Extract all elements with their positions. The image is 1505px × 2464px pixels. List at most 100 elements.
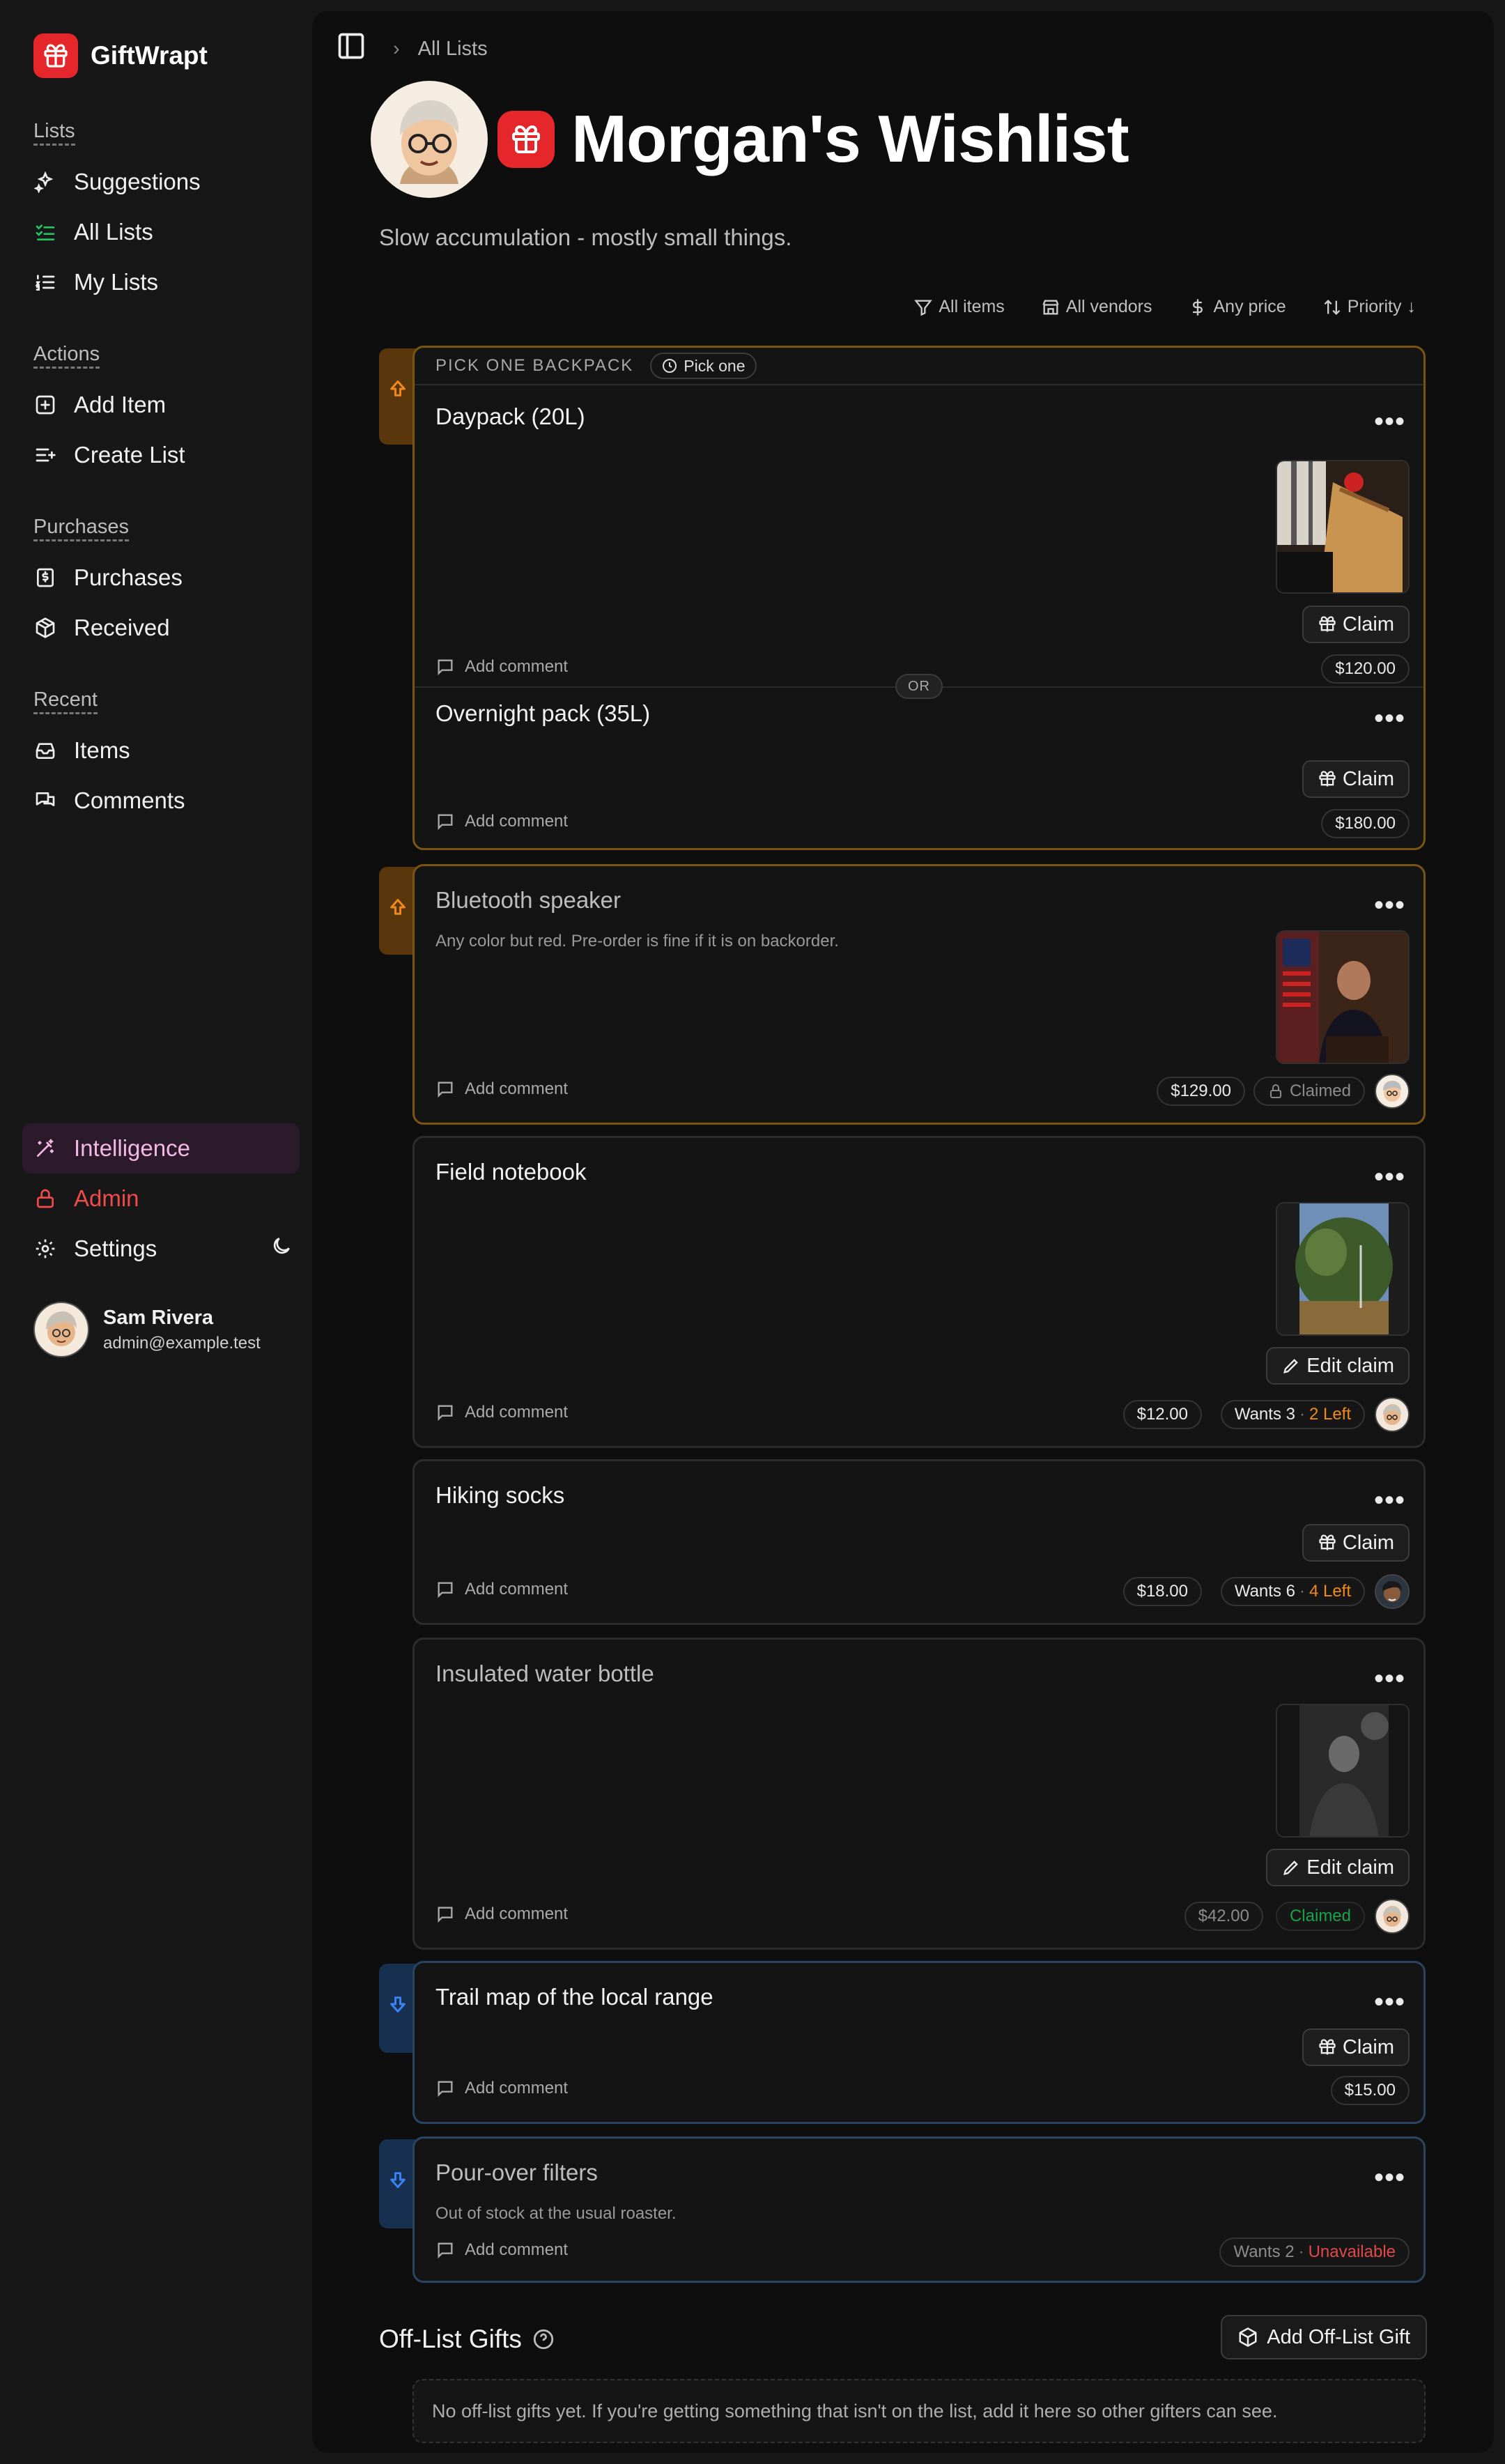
price-badge: $12.00	[1122, 1400, 1202, 1429]
claim-button[interactable]: Claim	[1302, 760, 1410, 798]
sidebar-item-add-item[interactable]: Add Item	[33, 380, 298, 430]
help-icon[interactable]	[532, 2327, 555, 2351]
claim-button[interactable]: Claim	[1302, 2028, 1410, 2066]
sidebar-item-create-list[interactable]: Create List	[33, 430, 298, 480]
sidebar-item-label: All Lists	[74, 219, 153, 245]
sidebar-item-all-lists[interactable]: All Lists	[33, 207, 298, 257]
comment-icon	[438, 1907, 453, 1923]
sidebar: GiftWrapt Lists Suggestions All Lists My…	[0, 0, 307, 2464]
priority-high-marker	[379, 348, 417, 445]
sidebar-item-label: Settings	[74, 1235, 157, 1261]
sidebar-item-items[interactable]: Items	[33, 725, 298, 776]
item-image[interactable]	[1276, 1202, 1410, 1336]
claim-button[interactable]: Claim	[1302, 606, 1410, 643]
claimer-avatar	[1375, 1397, 1410, 1432]
filter-price[interactable]: Any price	[1188, 297, 1286, 317]
gift-icon	[497, 111, 555, 168]
edit-claim-button[interactable]: Edit claim	[1266, 1849, 1410, 1886]
filter-vendors[interactable]: All vendors	[1041, 297, 1152, 317]
pencil-icon	[1283, 1861, 1299, 1875]
sidebar-item-label: Comments	[74, 787, 185, 813]
item-title[interactable]: Daypack (20L)	[435, 403, 585, 430]
nav-heading-purchases: Purchases	[33, 516, 130, 541]
add-comment-link[interactable]: Add comment	[435, 1580, 568, 1599]
item-title[interactable]: Hiking socks	[435, 1482, 564, 1509]
breadcrumb-current[interactable]: All Lists	[418, 38, 488, 61]
user-profile[interactable]: Sam Rivera admin@example.test	[33, 1302, 261, 1357]
sidebar-item-admin[interactable]: Admin	[33, 1173, 298, 1224]
add-comment-link[interactable]: Add comment	[435, 812, 568, 831]
nav-heading-lists: Lists	[33, 120, 75, 146]
item-image[interactable]	[1276, 930, 1410, 1064]
add-comment-link[interactable]: Add comment	[435, 2240, 568, 2260]
item-title[interactable]: Field notebook	[435, 1159, 586, 1185]
more-options-icon[interactable]: •••	[1374, 2164, 1405, 2192]
item-title[interactable]: Insulated water bottle	[435, 1661, 654, 1687]
more-options-icon[interactable]: •••	[1374, 891, 1405, 919]
add-offlist-gift-button[interactable]: Add Off-List Gift	[1221, 2315, 1427, 2359]
add-comment-link[interactable]: Add comment	[435, 1079, 568, 1099]
list-plus-icon	[33, 443, 57, 467]
sidebar-item-label: My Lists	[74, 269, 159, 295]
more-options-icon[interactable]: •••	[1374, 1486, 1405, 1514]
sidebar-item-my-lists[interactable]: My Lists	[33, 257, 298, 307]
add-comment-link[interactable]: Add comment	[435, 1904, 568, 1924]
sidebar-item-purchases[interactable]: Purchases	[33, 553, 298, 603]
add-comment-link[interactable]: Add comment	[435, 2079, 568, 2098]
gear-icon	[33, 1237, 57, 1261]
page-title: Morgan's Wishlist	[571, 102, 1129, 176]
filter-items[interactable]: All items	[913, 297, 1005, 317]
sort-icon	[1324, 299, 1341, 315]
arrow-down-icon	[390, 1996, 406, 2012]
numbered-list-icon	[33, 270, 57, 294]
unavailable-badge: Wants 2 · Unavailable	[1219, 2238, 1410, 2267]
comment-icon	[438, 2242, 453, 2259]
gift-icon	[1319, 1534, 1336, 1550]
item-title[interactable]: Trail map of the local range	[435, 1984, 713, 2010]
sidebar-item-intelligence[interactable]: Intelligence	[22, 1123, 300, 1173]
lock-icon	[33, 1187, 57, 1210]
sidebar-item-settings[interactable]: Settings	[33, 1224, 298, 1274]
arrow-down-icon: ↓	[1407, 297, 1417, 316]
filter-icon	[914, 300, 933, 316]
item-title[interactable]: Pour-over filters	[435, 2159, 598, 2186]
item-card: Hiking socks ••• Claim Add comment $18.0…	[412, 1459, 1426, 1625]
item-card: Trail map of the local range ••• Claim A…	[412, 1961, 1426, 2124]
sort-priority[interactable]: Priority ↓	[1322, 297, 1416, 317]
item-image[interactable]	[1276, 460, 1410, 594]
item-title[interactable]: Overnight pack (35L)	[435, 700, 650, 727]
add-comment-link[interactable]: Add comment	[435, 1403, 568, 1422]
item-note: Out of stock at the usual roaster.	[435, 2204, 677, 2223]
inbox-icon	[33, 739, 57, 762]
sidebar-item-label: Admin	[74, 1185, 139, 1211]
sidebar-item-comments[interactable]: Comments	[33, 776, 298, 826]
clock-icon	[663, 359, 677, 373]
more-options-icon[interactable]: •••	[1374, 1665, 1405, 1693]
item-note: Any color but red. Pre-order is fine if …	[435, 932, 839, 950]
sidebar-toggle-icon[interactable]	[336, 31, 393, 67]
moon-icon[interactable]	[270, 1235, 293, 1263]
item-image[interactable]	[1276, 1704, 1410, 1838]
item-title[interactable]: Bluetooth speaker	[435, 887, 621, 914]
edit-claim-button[interactable]: Edit claim	[1266, 1347, 1410, 1385]
sewing-kit-image	[1277, 461, 1408, 592]
more-options-icon[interactable]: •••	[1374, 704, 1405, 732]
offlist-empty-state: No off-list gifts yet. If you're getting…	[412, 2379, 1426, 2443]
sidebar-item-label: Intelligence	[74, 1135, 190, 1161]
claim-button[interactable]: Claim	[1302, 1524, 1410, 1562]
receipt-icon	[33, 566, 57, 590]
nav-group-purchases: Purchases Purchases Received	[33, 516, 298, 653]
sidebar-item-received[interactable]: Received	[33, 603, 298, 653]
nav-group-recent: Recent Items Comments	[33, 688, 298, 826]
more-options-icon[interactable]: •••	[1374, 408, 1405, 436]
nav-group-lists: Lists Suggestions All Lists My Lists	[33, 120, 298, 307]
more-options-icon[interactable]: •••	[1374, 1163, 1405, 1191]
sidebar-item-label: Suggestions	[74, 169, 201, 194]
brand[interactable]: GiftWrapt	[33, 33, 208, 78]
add-comment-link[interactable]: Add comment	[435, 657, 568, 677]
more-options-icon[interactable]: •••	[1374, 1988, 1405, 2016]
sidebar-item-suggestions[interactable]: Suggestions	[33, 157, 298, 207]
user-email: admin@example.test	[103, 1333, 261, 1353]
nav-group-actions: Actions Add Item Create List	[33, 343, 298, 480]
bottle-photo-image	[1277, 1705, 1408, 1836]
